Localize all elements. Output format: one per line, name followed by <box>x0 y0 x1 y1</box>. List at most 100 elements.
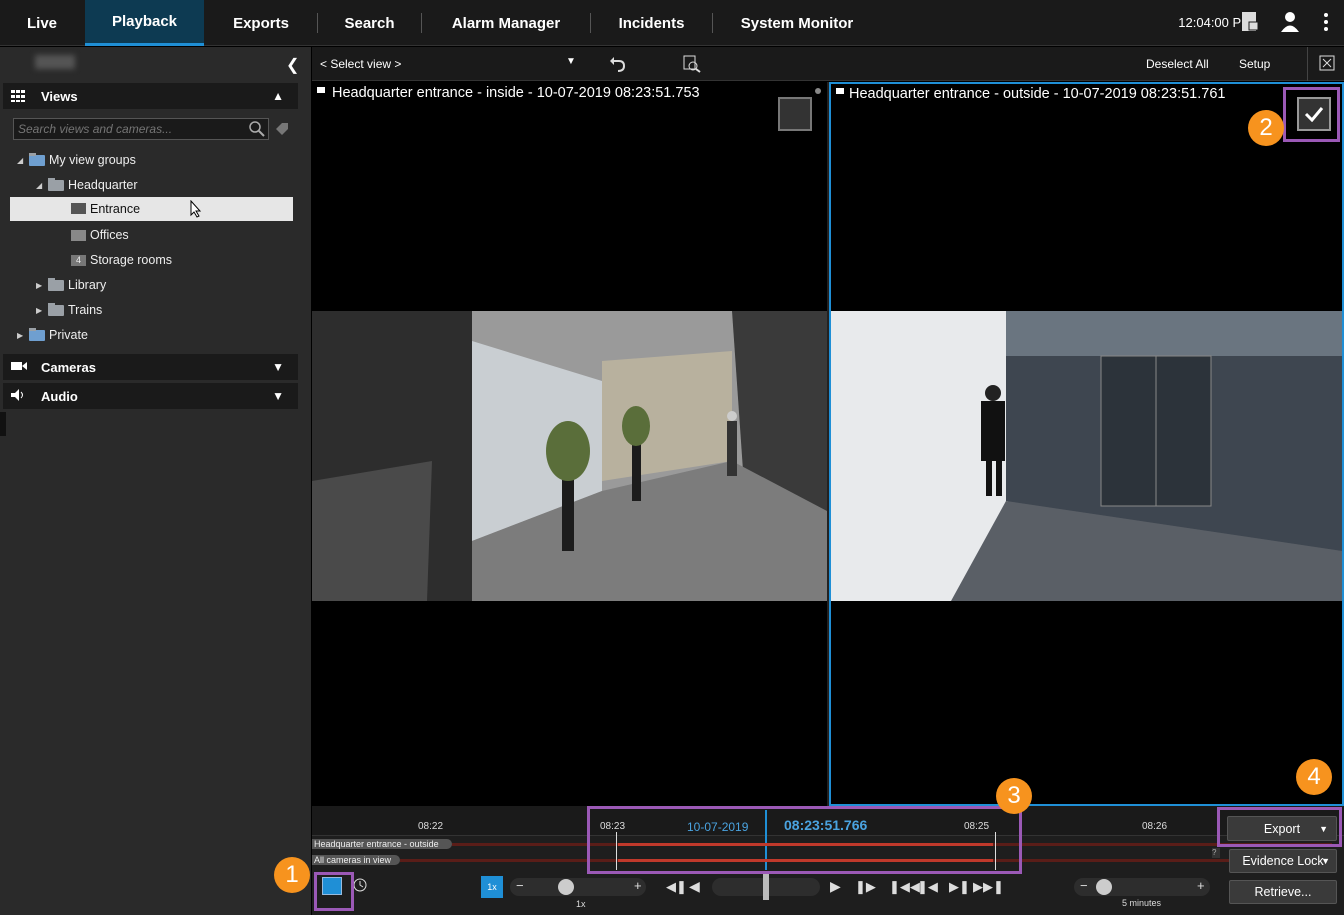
view-count-badge: 4 <box>71 254 86 266</box>
view-toolbar: < Select view > ▼ Deselect All Setup <box>312 47 1344 81</box>
camera-flag-icon <box>317 87 325 93</box>
timespan-slider-knob[interactable] <box>1096 879 1112 895</box>
previous-sequence-icon[interactable]: ❚◀◀ <box>889 879 920 895</box>
tree-label: Library <box>68 278 107 292</box>
minus-icon[interactable]: − <box>516 878 524 893</box>
status-dot-icon <box>815 88 821 94</box>
tree-my-view-groups[interactable]: ◢ My view groups <box>17 149 136 171</box>
tab-search[interactable]: Search <box>318 0 421 46</box>
evidence-lock-label: Evidence Lock <box>1242 854 1324 868</box>
search-views-field[interactable] <box>13 118 269 140</box>
select-camera-checkbox[interactable] <box>778 97 812 131</box>
previous-frame-icon[interactable]: ◀❚ <box>666 879 687 895</box>
tab-exports[interactable]: Exports <box>205 0 317 46</box>
undo-view-icon[interactable] <box>609 55 627 76</box>
play-forward-icon[interactable]: ▶ <box>830 878 841 895</box>
security-document-icon[interactable] <box>1241 11 1259 33</box>
tab-alarm-manager[interactable]: Alarm Manager <box>422 0 590 46</box>
previous-icon[interactable]: ❚◀ <box>917 879 938 895</box>
chevron-down-icon[interactable]: ▼ <box>566 56 576 67</box>
next-icon[interactable]: ▶❚ <box>949 879 970 895</box>
speed-slider[interactable] <box>510 878 646 896</box>
tree-offices[interactable]: Offices <box>71 224 129 246</box>
evidence-lock-button[interactable]: Evidence Lock ▼ <box>1229 849 1337 873</box>
jog-slider-knob[interactable] <box>763 874 769 900</box>
select-view-dropdown[interactable]: < Select view > <box>320 57 401 71</box>
cameras-header[interactable]: Cameras ▼ <box>3 354 298 380</box>
play-reverse-icon[interactable]: ◀ <box>689 878 700 895</box>
retrieve-button[interactable]: Retrieve... <box>1229 880 1337 904</box>
camera-video-inside <box>312 311 827 601</box>
track-label: Headquarter entrance - outside <box>312 839 452 849</box>
deselect-all-button[interactable]: Deselect All <box>1146 57 1209 71</box>
plus-icon[interactable]: + <box>1197 878 1205 893</box>
camera-pane-inside[interactable]: Headquarter entrance - inside - 10-07-20… <box>312 82 827 806</box>
tree-label: Entrance <box>90 202 141 216</box>
camera-icon <box>11 360 27 375</box>
next-sequence-icon[interactable]: ▶▶❚ <box>973 879 1004 895</box>
tick-label: 08:22 <box>418 821 444 832</box>
highlight-box <box>1217 807 1342 847</box>
tab-system-monitor[interactable]: System Monitor <box>713 0 881 46</box>
track-label: All cameras in view <box>312 855 400 865</box>
help-icon[interactable]: ? <box>1212 848 1220 858</box>
tab-playback[interactable]: Playback <box>85 0 204 46</box>
speed-button[interactable]: 1x <box>481 876 503 898</box>
more-menu-icon[interactable] <box>1321 12 1331 34</box>
tree-label: My view groups <box>49 153 136 167</box>
tree-label: Headquarter <box>68 178 138 192</box>
tree-label: Storage rooms <box>90 253 172 267</box>
camera-title: Headquarter entrance - inside - 10-07-20… <box>332 85 700 101</box>
collapse-sidebar-icon[interactable]: ❮ <box>286 55 299 75</box>
callout-badge: 1 <box>274 857 310 893</box>
audio-header-label: Audio <box>41 388 78 404</box>
search-recordings-icon[interactable] <box>683 55 701 76</box>
blurred-project-name <box>35 55 75 69</box>
tree-private[interactable]: ▶ Private <box>17 324 88 346</box>
tag-icon[interactable] <box>274 121 290 142</box>
search-input[interactable] <box>14 119 244 139</box>
tree-storage-rooms[interactable]: 4 Storage rooms <box>71 249 172 271</box>
tree-headquarter[interactable]: ◢ Headquarter <box>36 174 138 196</box>
speed-label: 1x <box>576 899 586 909</box>
cameras-header-label: Cameras <box>41 359 96 375</box>
camera-pane-outside[interactable]: Headquarter entrance - outside - 10-07-2… <box>829 82 1344 806</box>
mouse-cursor-icon <box>190 199 202 223</box>
tick-label: 08:26 <box>1142 821 1168 832</box>
callout-badge: 3 <box>996 778 1032 814</box>
chevron-down-icon: ▼ <box>272 389 284 403</box>
view-layout-icon <box>71 203 86 214</box>
grid-icon <box>11 90 25 102</box>
tree-entrance-selected[interactable]: Entrance <box>10 197 293 221</box>
tree-label: Private <box>49 328 88 342</box>
user-icon[interactable] <box>1280 11 1300 33</box>
camera-title: Headquarter entrance - outside - 10-07-2… <box>849 86 1226 102</box>
speed-slider-knob[interactable] <box>558 879 574 895</box>
tree-trains[interactable]: ▶ Trains <box>36 299 102 321</box>
history-clock-icon[interactable] <box>352 877 368 898</box>
callout-badge: 2 <box>1248 110 1284 146</box>
timespan-label: 5 minutes <box>1122 898 1162 908</box>
toolbar-divider <box>1307 47 1308 81</box>
setup-button[interactable]: Setup <box>1239 57 1270 71</box>
tab-live[interactable]: Live <box>0 0 84 46</box>
tree-library[interactable]: ▶ Library <box>36 274 106 296</box>
plus-icon[interactable]: + <box>634 878 642 893</box>
sidebar-edge <box>0 412 6 436</box>
view-layout-icon <box>71 229 86 241</box>
audio-header[interactable]: Audio ▼ <box>3 383 298 409</box>
search-icon[interactable] <box>249 121 265 142</box>
views-header[interactable]: Views ▲ <box>3 83 298 109</box>
callout-badge: 4 <box>1296 759 1332 795</box>
camera-flag-icon <box>836 88 844 94</box>
fullscreen-icon[interactable] <box>1319 55 1335 74</box>
tree-label: Trains <box>68 303 103 317</box>
tab-incidents[interactable]: Incidents <box>591 0 712 46</box>
next-frame-icon[interactable]: ❚▶ <box>855 879 876 895</box>
sidebar: ❮ Views ▲ ◢My view groups ◢Headquarter E… <box>0 47 311 915</box>
top-navigation: Live Playback Exports Search Alarm Manag… <box>0 0 1344 46</box>
timespan-slider[interactable] <box>1074 878 1210 896</box>
camera-video-outside <box>831 311 1342 601</box>
minus-icon[interactable]: − <box>1080 878 1088 893</box>
highlight-box <box>314 872 354 911</box>
